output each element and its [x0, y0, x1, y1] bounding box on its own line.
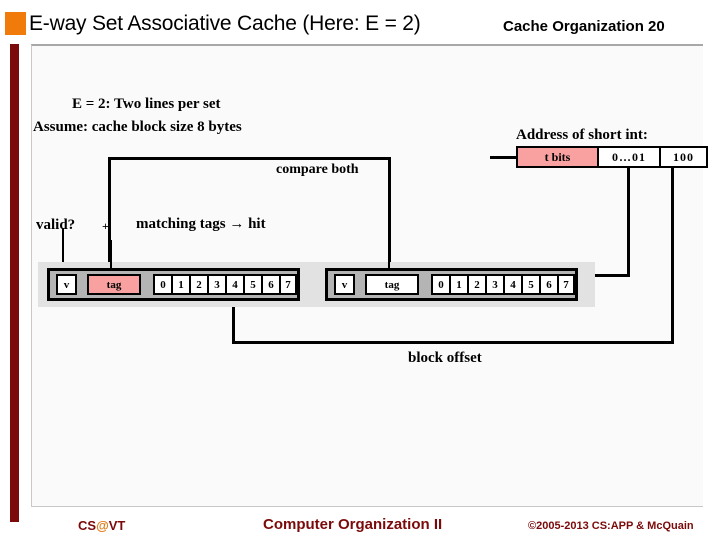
address-field-block-offset: 100 — [659, 148, 706, 166]
note-block-size: Assume: cache block size 8 bytes — [33, 119, 242, 135]
connector-tag1-vertical — [110, 240, 112, 270]
byte-cell: 4 — [503, 274, 521, 295]
footer-brand: CS@VT — [78, 518, 125, 533]
footer-brand-at: @ — [96, 518, 109, 533]
orange-square-bullet-icon — [5, 12, 26, 35]
connector-blockoffset-right — [671, 168, 674, 344]
valid-bit-cell: v — [56, 274, 77, 295]
label-valid: valid? — [36, 217, 76, 233]
address-caption: Address of short int: — [516, 127, 648, 143]
valid-bit-cell: v — [334, 274, 355, 295]
byte-cell: 3 — [207, 274, 225, 295]
connector-tbits-left-stub — [490, 156, 518, 159]
byte-cell: 7 — [279, 274, 297, 295]
address-field-set-index: 0…01 — [597, 148, 659, 166]
footer-copyright: ©2005-2013 CS:APP & McQuain — [528, 520, 694, 532]
connector-compare-top — [108, 157, 391, 160]
byte-cell: 5 — [243, 274, 261, 295]
byte-cell: 2 — [189, 274, 207, 295]
byte-cell: 4 — [225, 274, 243, 295]
address-field-tag-bits: t bits — [518, 148, 597, 166]
label-block-offset: block offset — [408, 350, 482, 366]
page-subtitle: Cache Organization 20 — [503, 18, 665, 35]
data-block-bytes: 0 1 2 3 4 5 6 7 — [153, 274, 297, 295]
byte-cell: 5 — [521, 274, 539, 295]
cache-line-row-1: v tag 0 1 2 3 4 5 6 7 — [47, 268, 300, 301]
page-title: E-way Set Associative Cache (Here: E = 2… — [29, 12, 421, 35]
address-bar: t bits 0…01 100 — [516, 146, 708, 168]
byte-cell: 0 — [431, 274, 449, 295]
connector-blockoffset-bottom — [232, 341, 673, 344]
byte-cell: 6 — [261, 274, 279, 295]
tag-cell: tag — [364, 274, 419, 295]
footer-brand-cs: CS — [78, 518, 97, 533]
cache-line-row-2: v tag 0 1 2 3 4 5 6 7 — [325, 268, 578, 301]
byte-cell: 3 — [485, 274, 503, 295]
note-lines-per-set: E = 2: Two lines per set — [72, 96, 221, 112]
footer-course-title: Computer Organization II — [263, 516, 443, 533]
byte-cell: 1 — [171, 274, 189, 295]
connector-tag2-vertical — [388, 240, 390, 270]
footer-divider — [31, 506, 703, 507]
tag-cell: tag — [86, 274, 141, 295]
left-accent-bar — [10, 44, 19, 522]
label-matching-tags-hit: matching tags → hit — [136, 216, 266, 232]
byte-cell: 0 — [153, 274, 171, 295]
footer-brand-vt: VT — [108, 518, 126, 533]
byte-cell: 6 — [539, 274, 557, 295]
byte-cell: 7 — [557, 274, 575, 295]
label-compare-both: compare both — [276, 162, 359, 177]
byte-cell: 2 — [467, 274, 485, 295]
slide-canvas: E-way Set Associative Cache (Here: E = 2… — [0, 0, 720, 540]
data-block-bytes: 0 1 2 3 4 5 6 7 — [431, 274, 575, 295]
byte-cell: 1 — [449, 274, 467, 295]
connector-setindex-vertical — [627, 168, 630, 276]
